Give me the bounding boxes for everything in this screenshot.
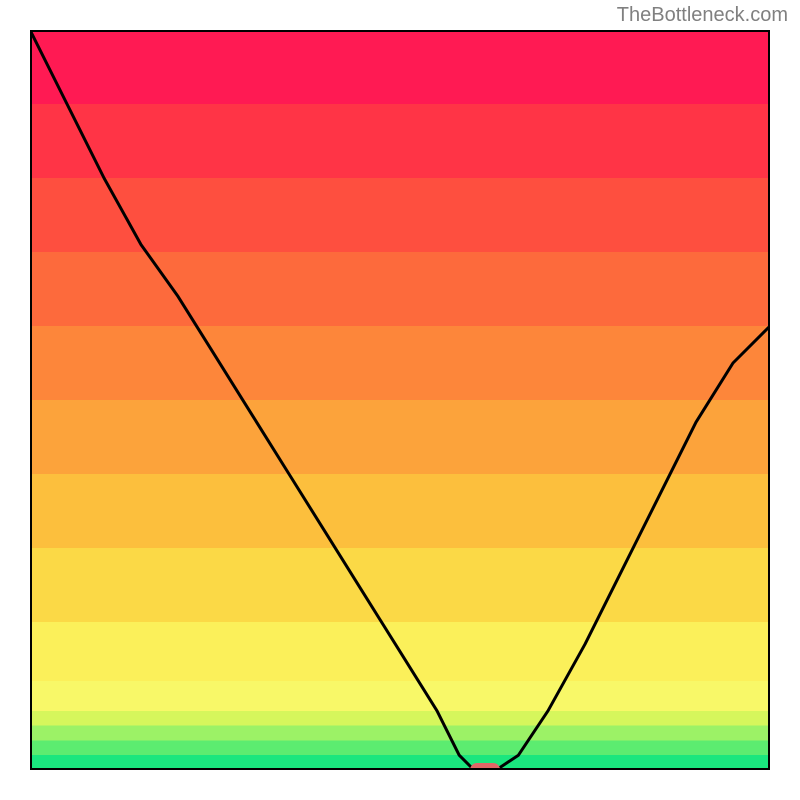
chart-container: TheBottleneck.com [0, 0, 800, 800]
chart-svg [30, 30, 770, 770]
watermark-text: TheBottleneck.com [617, 4, 788, 27]
chart-background [30, 30, 770, 770]
plot-area [30, 30, 770, 770]
